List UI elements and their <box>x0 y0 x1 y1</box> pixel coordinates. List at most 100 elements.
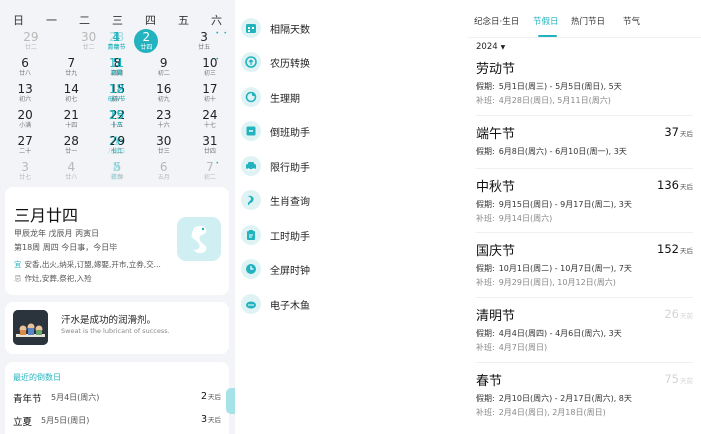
countdown-name: 立夏 <box>13 417 33 428</box>
holiday-countdown: 26天前 <box>664 307 693 321</box>
divider <box>476 297 693 298</box>
tool-zodiac[interactable]: 生肖查询 <box>241 189 461 211</box>
holiday-name: 端午节 <box>476 127 516 142</box>
divider <box>476 362 693 363</box>
holiday-workday: 补班: 9月14日(周六) <box>476 214 553 223</box>
tab-holidays[interactable]: 节假日 <box>533 15 559 27</box>
tool-wooden-fish[interactable]: 电子木鱼 <box>241 293 461 315</box>
calendar-week-row: 19 十二 20 小满 21 十四 22 十五 23 十六 24 十七 25 十八 <box>2 108 233 133</box>
ganzhi-text: 甲辰龙年 戊辰月 丙寅日 <box>14 229 100 238</box>
yi-text: 安香,出火,纳采,订盟,嫁娶,开市,立券,交... <box>24 260 161 269</box>
calendar-day[interactable]: 1 儿童节 <box>8 134 225 156</box>
divider <box>476 168 693 169</box>
holiday-countdown: 152天后 <box>657 242 693 256</box>
weekday-label: 六 <box>211 14 222 27</box>
tab-anniversary[interactable]: 纪念日·生日 <box>474 15 519 27</box>
ji-row: 忌作灶,安葬,祭祀,入殓 <box>14 273 164 284</box>
holiday-item[interactable]: 中秋节 136天后 假期: 9月15日(周日) - 9月17日(周二), 3天 补班: 9… <box>476 176 693 232</box>
today-info-card[interactable]: 三月廿四 甲辰龙年 戊辰月 丙寅日 第18周 周四 今日事，今日毕 宜安香,出火… <box>5 187 229 295</box>
holiday-item[interactable]: 劳动节 假期: 5月1日(周三) - 5月5日(周日), 5天 补班: 4月28日(周日… <box>476 58 693 114</box>
calendar-day[interactable]: 18 十一 <box>8 82 225 104</box>
tool-fullscreen-clock[interactable]: 全屏时钟 <box>241 258 461 280</box>
holiday-countdown: 136天后 <box>657 178 693 192</box>
weekday-label: 五 <box>178 14 189 27</box>
calendar-panel: 日 一 二 三 四 五 六 28 廿 • 29 廿二 30 廿二 1 劳动节 • 2 廿四 3 廿五 • 4 青… <box>0 0 235 434</box>
lunar-label: 青年节 <box>107 44 126 51</box>
holiday-item[interactable]: 春节 75天前 假期: 2月10日(周六) - 2月17日(周六), 8天 补班: 2月4… <box>476 370 693 426</box>
holiday-workday: 补班: 4月7日(周日) <box>476 343 548 352</box>
lunar-label: 初四 <box>110 70 123 77</box>
calendar-day[interactable]: 8 初三 • <box>8 160 225 182</box>
countdown-card[interactable]: 最近的倒数日 青年节 5月4日(周六) 2天后 立夏 5月5日(周日) 3天后 <box>5 362 229 434</box>
tools-panel: 相隔天数 农历转换 生理期 倒班助手 限行助手 生肖查询 工时助手 全屏时钟 电… <box>235 0 468 434</box>
countdown-item[interactable]: 青年节 5月4日(周六) 2天后 <box>13 391 221 409</box>
lunar-date-title: 三月廿四 <box>14 206 79 225</box>
side-drawer-handle[interactable] <box>226 388 235 414</box>
weekday-label: 三 <box>112 14 123 27</box>
tool-period[interactable]: 生理期 <box>241 86 461 108</box>
quote-chinese: 汗水是成功的润滑剂。 <box>61 315 157 326</box>
calendar-week-row: 28 廿 • 29 廿二 30 廿二 1 劳动节 • 2 廿四 3 廿五 • 4 青年节 • <box>2 29 233 55</box>
holiday-vacation: 假期: 2月10日(周六) - 2月17日(周六), 8天 <box>476 394 632 403</box>
clock-icon <box>241 259 261 279</box>
countdown-date: 5月5日(周日) <box>41 416 90 425</box>
tool-lunar-convert[interactable]: 农历转换 <box>241 51 461 73</box>
calendar-week-row: 5 立夏 • 6 廿八 7 廿九 8 四月 9 初二 10 初三 11 初四 • <box>2 56 233 81</box>
tool-label: 工时助手 <box>270 231 310 243</box>
holiday-vacation: 假期: 5月1日(周三) - 5月5日(周日), 5天 <box>476 82 622 91</box>
holiday-name: 国庆节 <box>476 244 516 259</box>
weekday-label: 四 <box>145 14 156 27</box>
countdown-days: 3天后 <box>200 414 221 425</box>
holiday-vacation: 假期: 4月4日(周四) - 4月6日(周六), 3天 <box>476 329 622 338</box>
calendar-grid-icon <box>241 18 261 38</box>
tool-shift[interactable]: 倒班助手 <box>241 120 461 142</box>
yi-row: 宜安香,出火,纳采,订盟,嫁娶,开市,立券,交... <box>14 259 164 270</box>
day-number: 11 <box>108 56 125 70</box>
day-number: 4 <box>112 30 121 44</box>
countdown-name: 青年节 <box>13 394 42 405</box>
shift-icon <box>241 121 261 141</box>
countdown-days: 2天后 <box>200 391 221 402</box>
tool-label: 相隔天数 <box>270 24 310 36</box>
day-number: 25 <box>108 108 125 122</box>
countdown-header: 最近的倒数日 <box>13 373 61 382</box>
holiday-workday: 补班: 9月29日(周日), 10月12日(周六) <box>476 278 616 287</box>
tool-label: 生肖查询 <box>270 196 310 208</box>
year-value: 2024 <box>476 42 498 52</box>
holiday-name: 中秋节 <box>476 180 516 195</box>
calendar-day[interactable]: 25 十八 <box>8 108 225 130</box>
day-number: 18 <box>108 82 125 96</box>
tool-traffic-restriction[interactable]: 限行助手 <box>241 155 461 177</box>
holiday-name: 劳动节 <box>476 62 516 77</box>
convert-icon <box>241 52 261 72</box>
ji-text: 作灶,安葬,祭祀,入殓 <box>24 274 92 283</box>
year-selector[interactable]: 2024 ▼ <box>476 42 505 52</box>
calendar-day[interactable]: 11 初四 • <box>8 56 225 78</box>
daily-quote-card[interactable]: 汗水是成功的润滑剂。 Sweat is the lubricant of suc… <box>5 302 229 354</box>
holiday-item[interactable]: 端午节 37天后 假期: 6月8日(周六) - 6月10日(周一), 3天 <box>476 123 693 179</box>
holiday-item[interactable]: 国庆节 152天后假期: 10月1日(周二) - 10月7日(周一), 7天 补班: 9… <box>476 240 693 296</box>
holiday-item[interactable]: 清明节 26天前假期: 4月4日(周四) - 4月6日(周六), 3天 补班: 4月7日… <box>476 305 693 361</box>
tool-work-hours[interactable]: 工时助手 <box>241 224 461 246</box>
countdown-item[interactable]: 立夏 5月5日(周日) 3天后 <box>13 414 221 432</box>
tab-popular-festivals[interactable]: 热门节日 <box>571 15 605 27</box>
holiday-name: 清明节 <box>476 309 516 324</box>
day-number: 1 <box>112 134 121 148</box>
quote-image <box>13 310 48 345</box>
car-icon <box>241 156 261 176</box>
calendar-day[interactable]: 4 青年节 • <box>8 30 225 52</box>
holiday-countdown <box>692 60 693 74</box>
tool-days-between[interactable]: 相隔天数 <box>241 17 461 39</box>
tool-label: 全屏时钟 <box>270 265 310 277</box>
divider <box>476 115 693 116</box>
weekday-label: 二 <box>79 14 90 27</box>
zodiac-icon <box>241 190 261 210</box>
day-marker-dot: • <box>215 56 219 63</box>
holiday-vacation: 假期: 10月1日(周二) - 10月7日(周一), 7天 <box>476 264 632 273</box>
day-marker-dot: • <box>215 160 219 167</box>
holiday-workday: 补班: 2月4日(周日), 2月18日(周日) <box>476 408 606 417</box>
app-root: 日 一 二 三 四 五 六 28 廿 • 29 廿二 30 廿二 1 劳动节 • 2 廿四 3 廿五 • 4 青… <box>0 0 701 434</box>
weekday-label: 日 <box>13 14 24 27</box>
calendar-day-today[interactable]: 2 廿四 <box>118 29 176 55</box>
tab-solar-terms[interactable]: 节气 <box>623 15 640 27</box>
